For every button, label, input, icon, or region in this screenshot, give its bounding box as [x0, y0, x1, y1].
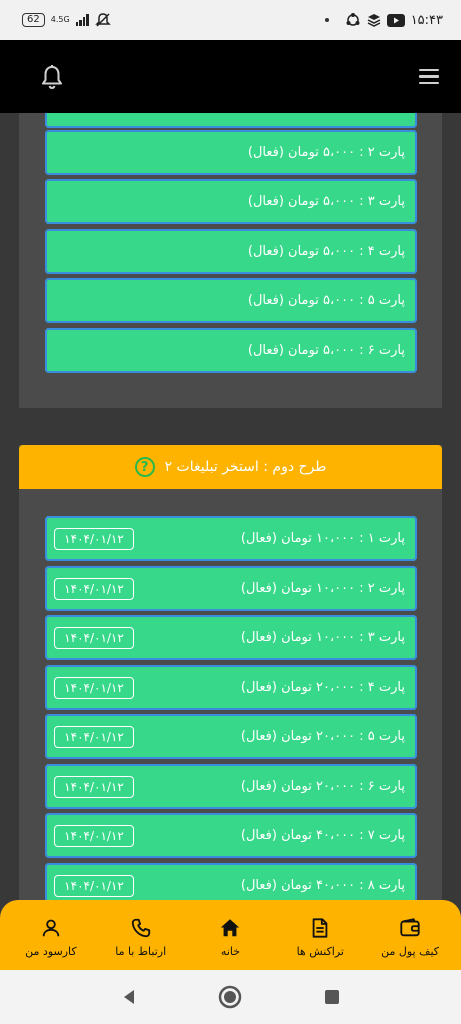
nav-label: ارتباط با ما — [115, 944, 167, 958]
plan2-row-label: پارت ۶ : ۲۰،۰۰۰ تومان (فعال) — [240, 779, 405, 794]
plan1-row[interactable]: پارت ۳ : ۵،۰۰۰ تومان (فعال) — [45, 179, 417, 224]
nav-contact[interactable]: ارتباط با ما — [96, 917, 186, 958]
mute-icon — [94, 13, 111, 27]
nav-home[interactable]: خانه — [186, 917, 276, 958]
user-icon — [42, 919, 60, 936]
bell-icon[interactable] — [40, 64, 64, 90]
status-left: 62 4.5G — [22, 12, 111, 28]
plan1-row[interactable]: پارت ۴ : ۵،۰۰۰ تومان (فعال) — [45, 229, 417, 274]
home-icon — [221, 918, 240, 936]
date-badge: ۱۴۰۴/۰۱/۱۲ — [54, 626, 134, 649]
clock: ۱۵:۴۳ — [410, 12, 443, 28]
battery-indicator: 62 — [22, 13, 45, 27]
plan2-row[interactable]: پارت ۱ : ۱۰،۰۰۰ تومان (فعال) ۱۴۰۴/۰۱/۱۲ — [45, 516, 417, 561]
plan1-row-label: پارت ۵ : ۵،۰۰۰ تومان (فعال) — [247, 293, 405, 308]
bottom-nav: کارسود من ارتباط با ما خانه تراکنش ها کی… — [0, 900, 461, 970]
plan1-row-label: پارت ۳ : ۵،۰۰۰ تومان (فعال) — [247, 194, 405, 209]
document-icon — [312, 917, 328, 938]
help-icon[interactable]: ? — [134, 457, 155, 477]
plan2-row[interactable]: پارت ۷ : ۴۰،۰۰۰ تومان (فعال) ۱۴۰۴/۰۱/۱۲ — [45, 813, 417, 858]
plan2-row[interactable]: پارت ۵ : ۲۰،۰۰۰ تومان (فعال) ۱۴۰۴/۰۱/۱۲ — [45, 714, 417, 759]
plan1-row-label: پارت ۶ : ۵،۰۰۰ تومان (فعال) — [247, 343, 405, 358]
plan2-row[interactable]: پارت ۸ : ۴۰،۰۰۰ تومان (فعال) ۱۴۰۴/۰۱/۱۲ — [45, 863, 417, 900]
plan2-row-label: پارت ۲ : ۱۰،۰۰۰ تومان (فعال) — [240, 581, 405, 596]
signal-icon — [75, 14, 89, 26]
plan1-card: پارت ۲ : ۵،۰۰۰ تومان (فعال) پارت ۳ : ۵،۰… — [19, 113, 442, 408]
plan2-row-label: پارت ۱ : ۱۰،۰۰۰ تومان (فعال) — [240, 531, 405, 546]
plan2-card: طرح دوم : استخر تبلیغات ۲ ? پارت ۱ : ۱۰،… — [19, 445, 442, 900]
date-badge: ۱۴۰۴/۰۱/۱۲ — [54, 577, 134, 600]
home-button-icon[interactable] — [218, 985, 242, 1009]
nav-transactions[interactable]: تراکنش ها — [275, 917, 365, 958]
back-icon[interactable] — [120, 988, 138, 1006]
status-bar: 62 4.5G ۱۵:۴۳ — [0, 0, 461, 40]
nav-wallet[interactable]: کیف پول من — [365, 917, 455, 958]
nav-label: خانه — [220, 944, 241, 958]
plan2-row-label: پارت ۵ : ۲۰،۰۰۰ تومان (فعال) — [240, 729, 405, 744]
nav-label: کیف پول من — [381, 944, 440, 958]
plan2-row[interactable]: پارت ۲ : ۱۰،۰۰۰ تومان (فعال) ۱۴۰۴/۰۱/۱۲ — [45, 566, 417, 611]
plan2-row-label: پارت ۴ : ۲۰،۰۰۰ تومان (فعال) — [240, 680, 405, 695]
main-content[interactable]: پارت ۲ : ۵،۰۰۰ تومان (فعال) پارت ۳ : ۵،۰… — [0, 113, 461, 900]
plan1-row[interactable]: پارت ۶ : ۵،۰۰۰ تومان (فعال) — [45, 328, 417, 373]
plan2-title: طرح دوم : استخر تبلیغات ۲ — [164, 459, 327, 475]
nav-profile[interactable]: کارسود من — [6, 917, 96, 958]
date-badge: ۱۴۰۴/۰۱/۱۲ — [54, 725, 134, 748]
plan2-row-label: پارت ۷ : ۴۰،۰۰۰ تومان (فعال) — [240, 828, 405, 843]
plan1-row-label: پارت ۲ : ۵،۰۰۰ تومان (فعال) — [247, 145, 405, 160]
plan2-header[interactable]: طرح دوم : استخر تبلیغات ۲ ? — [19, 445, 442, 489]
date-badge: ۱۴۰۴/۰۱/۱۲ — [54, 676, 134, 699]
plan1-row[interactable]: پارت ۵ : ۵،۰۰۰ تومان (فعال) — [45, 278, 417, 323]
phone-icon — [131, 918, 150, 937]
recents-icon[interactable] — [323, 988, 341, 1006]
plan1-row-label: پارت ۴ : ۵،۰۰۰ تومان (فعال) — [247, 244, 405, 259]
plan2-row-label: پارت ۸ : ۴۰،۰۰۰ تومان (فعال) — [240, 878, 405, 893]
nav-label: کارسود من — [25, 944, 77, 958]
plan2-row[interactable]: پارت ۴ : ۲۰،۰۰۰ تومان (فعال) ۱۴۰۴/۰۱/۱۲ — [45, 665, 417, 710]
system-nav-bar — [0, 970, 461, 1024]
youtube-icon — [386, 13, 405, 27]
network-type: 4.5G — [50, 15, 70, 24]
status-right: ۱۵:۴۳ — [324, 12, 443, 28]
wallet-icon — [400, 917, 420, 936]
sync-icon — [346, 13, 360, 26]
app-bar — [0, 40, 461, 113]
plan2-row[interactable]: پارت ۳ : ۱۰،۰۰۰ تومان (فعال) ۱۴۰۴/۰۱/۱۲ — [45, 615, 417, 660]
date-badge: ۱۴۰۴/۰۱/۱۲ — [54, 775, 134, 798]
plan1-row-partial[interactable] — [45, 113, 417, 128]
date-badge: ۱۴۰۴/۰۱/۱۲ — [54, 824, 134, 847]
menu-icon[interactable] — [419, 68, 439, 85]
date-badge: ۱۴۰۴/۰۱/۱۲ — [54, 874, 134, 897]
plan1-row[interactable]: پارت ۲ : ۵،۰۰۰ تومان (فعال) — [45, 130, 417, 175]
layers-icon — [367, 14, 381, 27]
plan2-row[interactable]: پارت ۶ : ۲۰،۰۰۰ تومان (فعال) ۱۴۰۴/۰۱/۱۲ — [45, 764, 417, 809]
dot-icon — [324, 18, 329, 22]
date-badge: ۱۴۰۴/۰۱/۱۲ — [54, 527, 134, 550]
nav-label: تراکنش ها — [296, 944, 344, 958]
plan2-row-label: پارت ۳ : ۱۰،۰۰۰ تومان (فعال) — [240, 630, 405, 645]
